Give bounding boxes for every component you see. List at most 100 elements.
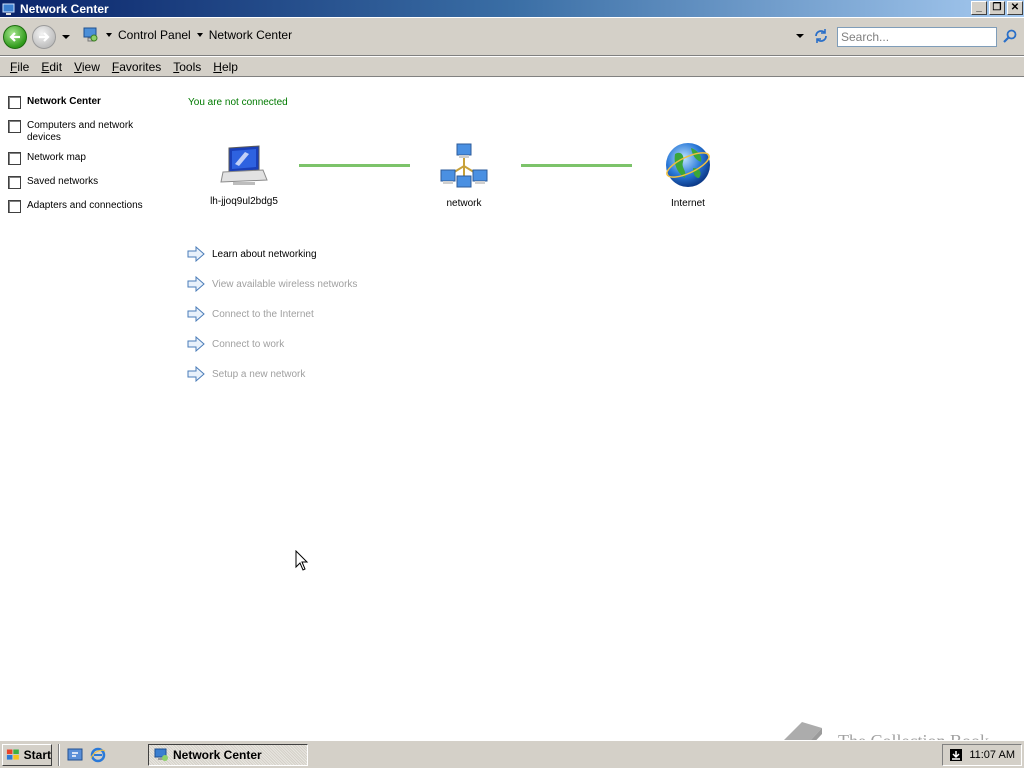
restore-button[interactable]: ❐ (989, 1, 1005, 15)
sidebar-item-label: Saved networks (27, 176, 99, 187)
history-dropdown-icon[interactable] (62, 34, 70, 39)
sidebar-item-saved-networks[interactable]: Saved networks (8, 176, 147, 189)
network-icon (440, 143, 488, 188)
node-network[interactable]: network (419, 142, 509, 209)
sidebar-item-label: Computers and network devices (27, 120, 134, 143)
task-label: View available wireless networks (212, 278, 358, 290)
menu-bar: File Edit View Favorites Tools Help (0, 57, 1024, 77)
address-toolbar: Control Panel Network Center (0, 18, 1024, 56)
sidebar-item-network-map[interactable]: Network map (8, 152, 147, 165)
task-connect-to-work[interactable]: Connect to work (187, 336, 284, 352)
menu-view[interactable]: View (68, 60, 106, 74)
taskbar-window-network-center[interactable]: Network Center (148, 744, 308, 766)
menu-tools[interactable]: Tools (167, 60, 207, 74)
page-icon (8, 120, 21, 133)
computer-icon (220, 145, 268, 185)
breadcrumb-network-center[interactable]: Network Center (209, 28, 292, 42)
network-center-app-icon (154, 748, 168, 761)
menu-label: iew (81, 59, 100, 74)
clock[interactable]: 11:07 AM (969, 749, 1015, 761)
menu-edit[interactable]: Edit (35, 60, 68, 74)
menu-accelerator: V (74, 59, 82, 74)
task-label: Connect to the Internet (212, 308, 314, 320)
arrow-right-icon (187, 336, 205, 352)
sidebar-item-label: Adapters and connections (27, 200, 143, 211)
breadcrumb-label: Control Panel (118, 28, 191, 42)
title-bar: Network Center _ ❐ ✕ (0, 0, 1024, 17)
menu-label: ile (17, 59, 30, 74)
search-input[interactable] (837, 27, 997, 47)
window-controls: _ ❐ ✕ (971, 1, 1023, 15)
network-center-app-icon (2, 3, 15, 15)
menu-label: ools (179, 59, 202, 74)
connection-status: You are not connected (188, 97, 288, 108)
sidebar: Network Center Computers and network dev… (0, 78, 170, 738)
root-dropdown-icon[interactable] (106, 33, 112, 37)
window-title: Network Center (20, 1, 109, 16)
internet-explorer-icon[interactable] (90, 747, 106, 763)
menu-accelerator: H (213, 59, 222, 74)
task-label: Setup a new network (212, 368, 306, 380)
start-label: Start (23, 747, 51, 762)
start-button[interactable]: Start (2, 743, 52, 766)
menu-label: dit (49, 59, 63, 74)
task-label: Connect to work (212, 338, 285, 350)
taskbar-window-label: Network Center (173, 748, 262, 762)
node-label: Internet (671, 198, 705, 209)
restore-icon: ❐ (992, 2, 1002, 13)
breadcrumb-control-panel[interactable]: Control Panel (118, 28, 209, 42)
back-arrow-icon (9, 31, 20, 42)
minimize-icon: _ (976, 2, 982, 13)
arrow-right-icon (187, 366, 205, 382)
sidebar-item-adapters[interactable]: Adapters and connections (8, 200, 147, 213)
page-icon (8, 96, 21, 109)
arrow-right-icon (187, 276, 205, 292)
arrow-right-icon (187, 246, 205, 262)
minimize-button[interactable]: _ (971, 1, 987, 15)
chevron-down-icon[interactable] (196, 33, 203, 37)
forward-button[interactable] (32, 24, 56, 49)
node-internet[interactable]: Internet (643, 140, 733, 209)
sidebar-item-network-center[interactable]: Network Center (8, 96, 147, 109)
menu-file[interactable]: File (0, 60, 35, 74)
mouse-cursor-icon (295, 550, 309, 571)
system-tray: 11:07 AM (942, 744, 1022, 766)
page-icon (8, 200, 21, 213)
taskbar-separator (58, 743, 60, 766)
task-connect-to-internet[interactable]: Connect to the Internet (187, 306, 314, 322)
address-breadcrumb-bar[interactable]: Control Panel Network Center (80, 24, 830, 46)
sidebar-item-label: Network map (27, 152, 86, 163)
menu-label: elp (221, 59, 238, 74)
forward-arrow-icon (39, 31, 50, 42)
taskbar: Start Network Center 11:07 AM (0, 740, 1024, 768)
task-label: Learn about networking (212, 248, 317, 260)
menu-favorites[interactable]: Favorites (106, 60, 167, 74)
task-learn-about-networking[interactable]: Learn about networking (187, 246, 317, 262)
node-computer[interactable]: lh-jjoq9ul2bdg5 (199, 142, 289, 207)
download-tray-icon[interactable] (949, 748, 963, 762)
connection-line-internet (521, 164, 632, 167)
windows-logo-icon (6, 749, 19, 760)
search-icon[interactable] (1002, 28, 1018, 44)
menu-help[interactable]: Help (207, 60, 244, 74)
node-label: lh-jjoq9ul2bdg5 (210, 196, 278, 207)
close-button[interactable]: ✕ (1007, 1, 1023, 15)
page-icon (8, 152, 21, 165)
address-dropdown-icon[interactable] (796, 34, 804, 38)
menu-label: avorites (119, 59, 162, 74)
sidebar-item-label: Network Center (27, 96, 101, 107)
internet-globe-icon (666, 143, 710, 187)
sidebar-item-computers-and-devices[interactable]: Computers and network devices (8, 120, 147, 144)
close-icon: ✕ (1010, 2, 1020, 13)
refresh-icon[interactable] (812, 27, 830, 45)
show-desktop-icon[interactable] (67, 747, 83, 763)
arrow-right-icon (187, 306, 205, 322)
back-button[interactable] (3, 24, 27, 49)
task-view-wireless-networks[interactable]: View available wireless networks (187, 276, 357, 292)
page-icon (8, 176, 21, 189)
connection-line-local (299, 164, 410, 167)
task-setup-new-network[interactable]: Setup a new network (187, 366, 305, 382)
breadcrumb-label: Network Center (208, 28, 293, 42)
node-label: network (446, 198, 482, 209)
control-panel-icon (83, 27, 98, 42)
